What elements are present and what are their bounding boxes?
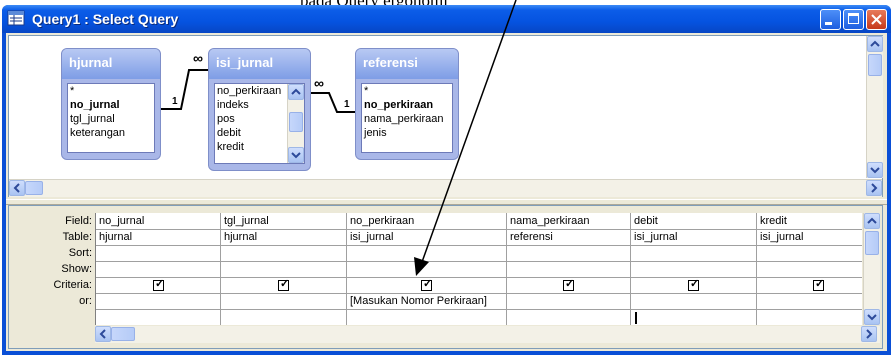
annotation-arrow (414, 0, 517, 276)
